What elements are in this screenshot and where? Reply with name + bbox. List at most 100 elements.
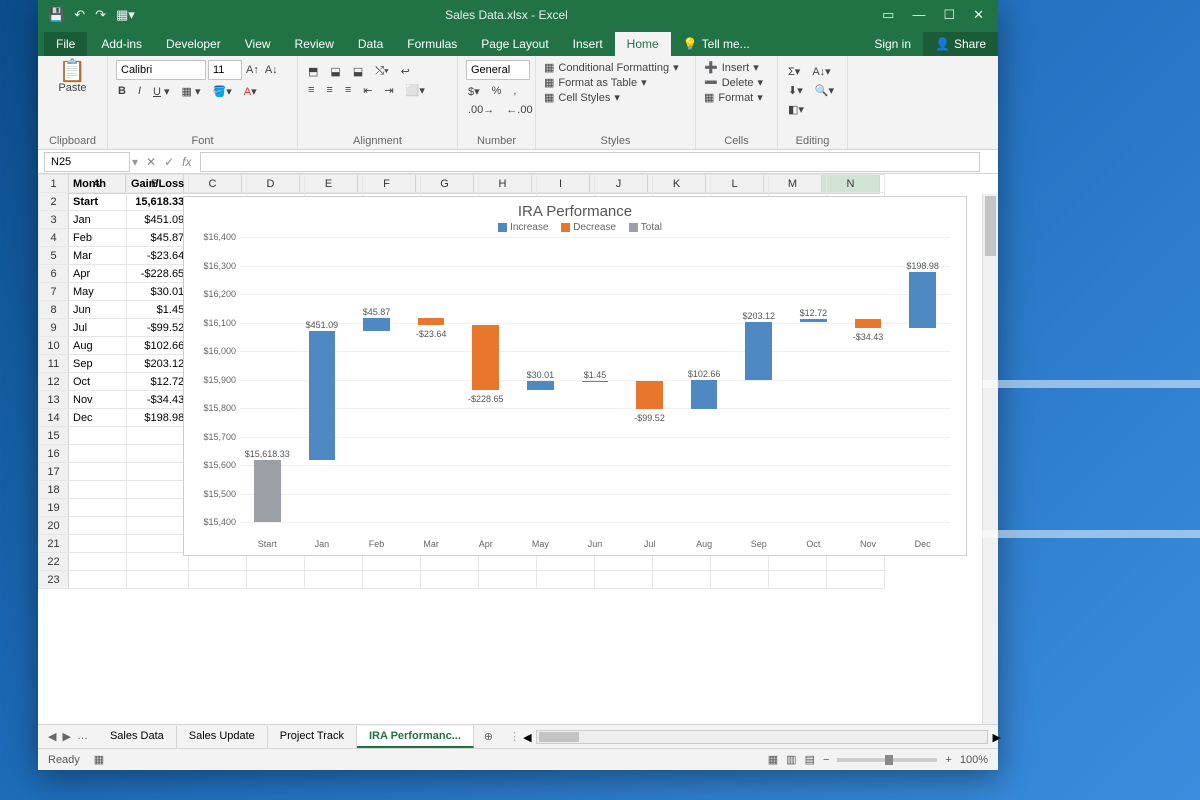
- row-header[interactable]: 8: [39, 301, 69, 319]
- cell[interactable]: [653, 571, 711, 589]
- paste-icon[interactable]: 📋: [46, 60, 99, 82]
- row-header[interactable]: 1: [39, 175, 69, 193]
- tab-add-ins[interactable]: Add-ins: [89, 32, 154, 56]
- new-sheet-button[interactable]: ⊕: [474, 730, 503, 743]
- row-header[interactable]: 3: [39, 211, 69, 229]
- font-size-select[interactable]: [208, 60, 242, 80]
- cell[interactable]: [595, 571, 653, 589]
- cell[interactable]: [69, 535, 127, 553]
- cell[interactable]: Jan: [69, 211, 127, 229]
- cell[interactable]: [127, 499, 189, 517]
- chart-object[interactable]: IRA Performance Increase Decrease Total …: [183, 196, 967, 556]
- row-header[interactable]: 17: [39, 463, 69, 481]
- font-name-select[interactable]: [116, 60, 206, 80]
- cell[interactable]: Aug: [69, 337, 127, 355]
- row-header[interactable]: 5: [39, 247, 69, 265]
- cell[interactable]: May: [69, 283, 127, 301]
- tell-me[interactable]: 💡Tell me...: [671, 32, 762, 56]
- cell[interactable]: [537, 571, 595, 589]
- zoom-in-icon[interactable]: +: [945, 754, 951, 766]
- redo-icon[interactable]: ↷: [95, 7, 106, 23]
- row-header[interactable]: 18: [39, 481, 69, 499]
- align-middle-icon[interactable]: ⬓: [328, 64, 342, 79]
- cell[interactable]: [127, 517, 189, 535]
- row-header[interactable]: 15: [39, 427, 69, 445]
- cell[interactable]: Gain/Loss: [127, 175, 189, 193]
- cell[interactable]: $1.45: [127, 301, 189, 319]
- cell[interactable]: [69, 499, 127, 517]
- comma-icon[interactable]: ,: [511, 84, 518, 99]
- zoom-out-icon[interactable]: −: [823, 754, 829, 766]
- cell[interactable]: [127, 445, 189, 463]
- minimize-icon[interactable]: —: [912, 7, 925, 23]
- row-header[interactable]: 4: [39, 229, 69, 247]
- cell[interactable]: [305, 571, 363, 589]
- cell[interactable]: [827, 175, 885, 193]
- paste-button[interactable]: Paste: [46, 82, 99, 94]
- qat-more-icon[interactable]: ▦▾: [116, 7, 135, 23]
- cell[interactable]: [479, 175, 537, 193]
- row-header[interactable]: 9: [39, 319, 69, 337]
- cell[interactable]: [247, 571, 305, 589]
- increase-font-icon[interactable]: A↑: [244, 63, 261, 77]
- cell[interactable]: Month: [69, 175, 127, 193]
- cell[interactable]: -$99.52: [127, 319, 189, 337]
- view-normal-icon[interactable]: ▦: [768, 753, 778, 766]
- enter-formula-icon[interactable]: ✓: [164, 155, 174, 169]
- cell[interactable]: [421, 571, 479, 589]
- cell[interactable]: [537, 175, 595, 193]
- share-button[interactable]: 👤Share: [923, 32, 998, 56]
- align-left-icon[interactable]: ≡: [306, 83, 316, 98]
- font-color-button[interactable]: A▾: [242, 84, 259, 99]
- cell[interactable]: [127, 535, 189, 553]
- cell[interactable]: [711, 571, 769, 589]
- tab-home[interactable]: Home: [615, 32, 671, 56]
- cell[interactable]: [363, 571, 421, 589]
- tab-review[interactable]: Review: [283, 32, 346, 56]
- sheet-tab[interactable]: Sales Update: [177, 726, 268, 748]
- cell[interactable]: Dec: [69, 409, 127, 427]
- cell[interactable]: Sep: [69, 355, 127, 373]
- zoom-level[interactable]: 100%: [960, 754, 988, 766]
- orientation-icon[interactable]: ⤭▾: [373, 64, 390, 79]
- sheet-tab[interactable]: Sales Data: [98, 726, 177, 748]
- cell[interactable]: [421, 175, 479, 193]
- cell[interactable]: [69, 427, 127, 445]
- fx-icon[interactable]: fx: [182, 155, 191, 169]
- cell[interactable]: [189, 175, 247, 193]
- cell[interactable]: 15,618.33: [127, 193, 189, 211]
- cell[interactable]: Mar: [69, 247, 127, 265]
- italic-button[interactable]: I: [136, 84, 143, 99]
- sheet-tab[interactable]: Project Track: [268, 726, 357, 748]
- cell[interactable]: [69, 517, 127, 535]
- format-cells-button[interactable]: ▦Format ▾: [704, 90, 769, 105]
- tab-developer[interactable]: Developer: [154, 32, 233, 56]
- cell[interactable]: [69, 445, 127, 463]
- signin-button[interactable]: Sign in: [862, 32, 923, 56]
- delete-cells-button[interactable]: ➖Delete ▾: [704, 75, 769, 90]
- zoom-slider[interactable]: [837, 758, 937, 762]
- cell[interactable]: Start: [69, 193, 127, 211]
- undo-icon[interactable]: ↶: [74, 7, 85, 23]
- fill-color-button[interactable]: 🪣▾: [211, 84, 234, 99]
- spreadsheet-grid[interactable]: ABCDEFGHIJKLMN 1MonthGain/Loss2Start15,6…: [38, 174, 998, 724]
- conditional-formatting-button[interactable]: ▦Conditional Formatting ▾: [544, 60, 687, 75]
- row-header[interactable]: 22: [39, 553, 69, 571]
- row-header[interactable]: 10: [39, 337, 69, 355]
- cell[interactable]: $30.01: [127, 283, 189, 301]
- format-as-table-button[interactable]: ▦Format as Table ▾: [544, 75, 687, 90]
- find-icon[interactable]: 🔍▾: [813, 83, 836, 98]
- cell[interactable]: [69, 481, 127, 499]
- align-top-icon[interactable]: ⬒: [306, 64, 320, 79]
- name-box[interactable]: [44, 152, 130, 172]
- cell[interactable]: [595, 175, 653, 193]
- wrap-text-icon[interactable]: ↩: [399, 64, 412, 79]
- row-header[interactable]: 16: [39, 445, 69, 463]
- tab-view[interactable]: View: [233, 32, 283, 56]
- cell[interactable]: [127, 481, 189, 499]
- cell[interactable]: $45.87: [127, 229, 189, 247]
- cell[interactable]: $203.12: [127, 355, 189, 373]
- cell[interactable]: Apr: [69, 265, 127, 283]
- cell[interactable]: $12.72: [127, 373, 189, 391]
- macro-record-icon[interactable]: ▦: [94, 753, 104, 766]
